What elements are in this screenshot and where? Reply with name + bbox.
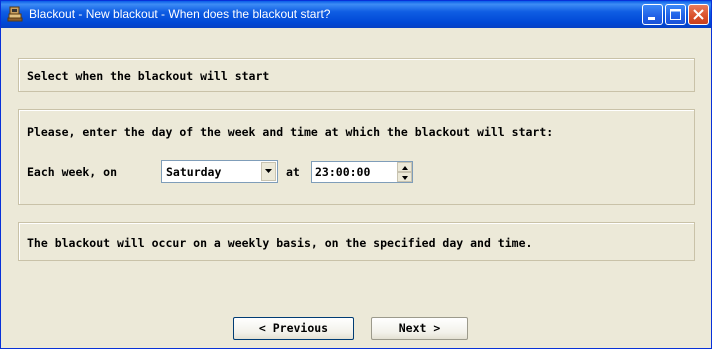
- info-panel: The blackout will occur on a weekly basi…: [18, 222, 695, 261]
- spin-down-button[interactable]: [397, 172, 412, 182]
- title-bar[interactable]: Blackout - New blackout - When does the …: [1, 1, 711, 28]
- dropdown-button[interactable]: [261, 162, 276, 181]
- day-of-week-select[interactable]: Saturday: [161, 160, 278, 183]
- dialog-window: Blackout - New blackout - When does the …: [0, 0, 712, 349]
- close-icon: [693, 9, 704, 20]
- minimize-button[interactable]: [642, 4, 663, 25]
- spin-up-button[interactable]: [397, 162, 412, 172]
- input-panel: Please, enter the day of the week and ti…: [18, 109, 695, 205]
- minimize-icon: [648, 17, 655, 20]
- start-time-input[interactable]: 23:00:00: [311, 161, 413, 183]
- each-week-label: Each week, on: [27, 165, 118, 179]
- instruction-text: Please, enter the day of the week and ti…: [27, 125, 554, 139]
- blackout-app-icon: [7, 6, 23, 22]
- next-button[interactable]: Next >: [371, 317, 468, 340]
- header-panel: Select when the blackout will start: [18, 58, 695, 92]
- start-time-value: 23:00:00: [315, 165, 371, 179]
- time-spinner: [397, 162, 412, 182]
- day-of-week-value: Saturday: [166, 165, 222, 179]
- window-title: Blackout - New blackout - When does the …: [29, 7, 331, 21]
- arrow-up-icon: [402, 166, 408, 170]
- close-button[interactable]: [688, 4, 709, 25]
- arrow-down-icon: [402, 176, 408, 180]
- maximize-button[interactable]: [665, 4, 686, 25]
- previous-button[interactable]: < Previous: [233, 317, 354, 340]
- info-text: The blackout will occur on a weekly basi…: [27, 236, 533, 250]
- chevron-down-icon: [265, 169, 272, 173]
- header-text: Select when the blackout will start: [27, 69, 270, 83]
- at-label: at: [286, 165, 300, 179]
- maximize-icon: [670, 9, 681, 20]
